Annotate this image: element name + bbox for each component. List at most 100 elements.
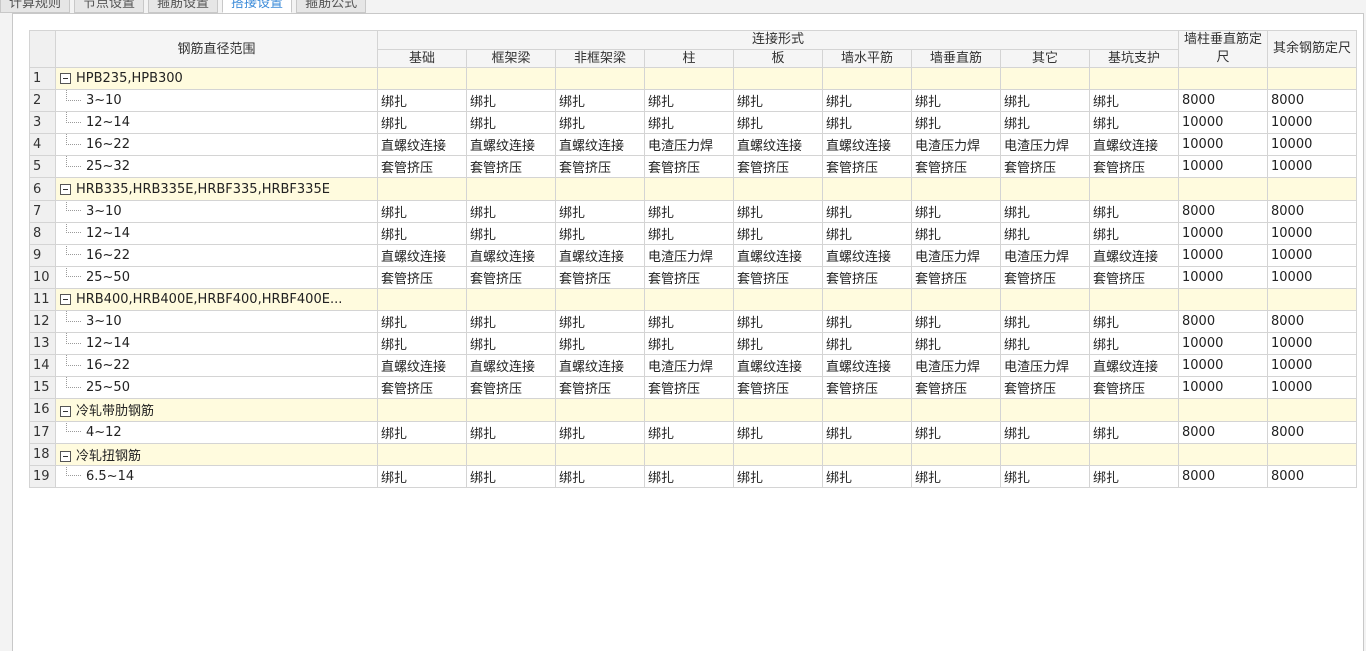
conn-cell-基坑支护[interactable]: 绑扎 bbox=[1089, 310, 1179, 334]
range-cell[interactable]: 3~10 bbox=[55, 310, 378, 334]
conn-cell-柱[interactable]: 绑扎 bbox=[644, 111, 734, 135]
conn-cell-板[interactable]: 套管挤压 bbox=[733, 265, 823, 289]
conn-cell-基础[interactable]: 绑扎 bbox=[377, 89, 467, 113]
conn-cell-柱[interactable]: 绑扎 bbox=[644, 89, 734, 113]
conn-cell-基础[interactable]: 绑扎 bbox=[377, 420, 467, 444]
conn-cell-基坑支护[interactable]: 直螺纹连接 bbox=[1089, 354, 1179, 378]
range-cell[interactable]: 12~14 bbox=[55, 221, 378, 245]
conn-cell-其它[interactable]: 绑扎 bbox=[1000, 199, 1090, 223]
conn-cell-墙水平筋[interactable]: 绑扎 bbox=[822, 310, 912, 334]
conn-cell-基础[interactable]: 直螺纹连接 bbox=[377, 133, 467, 157]
wall-length-cell[interactable]: 10000 bbox=[1178, 133, 1268, 157]
conn-cell-其它[interactable]: 绑扎 bbox=[1000, 420, 1090, 444]
table-row[interactable]: 2 3~10 绑扎 绑扎 绑扎 绑扎 绑扎 绑扎 绑扎 绑扎 绑扎 8000 8000 bbox=[29, 89, 1357, 113]
conn-cell-柱[interactable]: 电渣压力焊 bbox=[644, 133, 734, 157]
conn-cell-墙水平筋[interactable]: 套管挤压 bbox=[822, 376, 912, 400]
conn-cell-其它[interactable]: 电渣压力焊 bbox=[1000, 133, 1090, 157]
conn-cell-板[interactable]: 直螺纹连接 bbox=[733, 354, 823, 378]
conn-cell-非框架梁[interactable]: 套管挤压 bbox=[555, 265, 645, 289]
collapse-minus-icon[interactable] bbox=[60, 293, 71, 305]
conn-cell-框架梁[interactable]: 套管挤压 bbox=[466, 376, 556, 400]
other-length-cell[interactable]: 8000 bbox=[1267, 199, 1357, 223]
conn-cell-基础[interactable]: 直螺纹连接 bbox=[377, 243, 467, 267]
conn-cell-基坑支护[interactable]: 绑扎 bbox=[1089, 199, 1179, 223]
group-name-cell[interactable]: 冷轧扭钢筋 bbox=[55, 442, 378, 466]
conn-cell-墙垂直筋[interactable]: 电渣压力焊 bbox=[911, 243, 1001, 267]
range-cell[interactable]: 4~12 bbox=[55, 420, 378, 444]
conn-cell-基础[interactable]: 套管挤压 bbox=[377, 155, 467, 179]
conn-cell-框架梁[interactable]: 直螺纹连接 bbox=[466, 354, 556, 378]
conn-cell-基础[interactable]: 绑扎 bbox=[377, 199, 467, 223]
conn-cell-墙水平筋[interactable]: 绑扎 bbox=[822, 89, 912, 113]
conn-cell-墙垂直筋[interactable]: 绑扎 bbox=[911, 310, 1001, 334]
wall-length-cell[interactable]: 10000 bbox=[1178, 265, 1268, 289]
conn-cell-框架梁[interactable]: 绑扎 bbox=[466, 89, 556, 113]
conn-cell-墙垂直筋[interactable]: 电渣压力焊 bbox=[911, 354, 1001, 378]
tab-3[interactable]: 搭接设置 bbox=[222, 0, 293, 13]
conn-cell-板[interactable]: 直螺纹连接 bbox=[733, 133, 823, 157]
conn-cell-基础[interactable]: 套管挤压 bbox=[377, 265, 467, 289]
conn-cell-墙垂直筋[interactable]: 绑扎 bbox=[911, 221, 1001, 245]
conn-cell-墙垂直筋[interactable]: 套管挤压 bbox=[911, 265, 1001, 289]
conn-cell-墙水平筋[interactable]: 绑扎 bbox=[822, 221, 912, 245]
conn-cell-非框架梁[interactable]: 直螺纹连接 bbox=[555, 354, 645, 378]
conn-cell-基坑支护[interactable]: 直螺纹连接 bbox=[1089, 243, 1179, 267]
conn-cell-非框架梁[interactable]: 直螺纹连接 bbox=[555, 243, 645, 267]
conn-cell-非框架梁[interactable]: 绑扎 bbox=[555, 89, 645, 113]
wall-length-cell[interactable]: 10000 bbox=[1178, 155, 1268, 179]
wall-length-cell[interactable]: 10000 bbox=[1178, 376, 1268, 400]
conn-cell-基础[interactable]: 套管挤压 bbox=[377, 376, 467, 400]
conn-cell-柱[interactable]: 套管挤压 bbox=[644, 265, 734, 289]
table-row[interactable]: 13 12~14 绑扎 绑扎 绑扎 绑扎 绑扎 绑扎 绑扎 绑扎 绑扎 10000 10000 bbox=[29, 332, 1357, 356]
conn-cell-其它[interactable]: 绑扎 bbox=[1000, 89, 1090, 113]
conn-cell-墙垂直筋[interactable]: 电渣压力焊 bbox=[911, 133, 1001, 157]
conn-cell-板[interactable]: 绑扎 bbox=[733, 310, 823, 334]
conn-cell-其它[interactable]: 绑扎 bbox=[1000, 332, 1090, 356]
conn-cell-板[interactable]: 绑扎 bbox=[733, 199, 823, 223]
tab-0[interactable]: 计算规则 bbox=[0, 0, 71, 13]
conn-cell-板[interactable]: 绑扎 bbox=[733, 464, 823, 488]
range-cell[interactable]: 12~14 bbox=[55, 111, 378, 135]
conn-cell-非框架梁[interactable]: 套管挤压 bbox=[555, 376, 645, 400]
other-length-cell[interactable]: 10000 bbox=[1267, 243, 1357, 267]
conn-cell-框架梁[interactable]: 绑扎 bbox=[466, 221, 556, 245]
conn-cell-基坑支护[interactable]: 绑扎 bbox=[1089, 89, 1179, 113]
group-row[interactable]: 11 HRB400,HRB400E,HRBF400,HRBF400E... bbox=[29, 287, 1357, 312]
range-cell[interactable]: 16~22 bbox=[55, 354, 378, 378]
conn-cell-其它[interactable]: 绑扎 bbox=[1000, 221, 1090, 245]
other-length-cell[interactable]: 10000 bbox=[1267, 111, 1357, 135]
conn-cell-基坑支护[interactable]: 绑扎 bbox=[1089, 332, 1179, 356]
tab-4[interactable]: 箍筋公式 bbox=[296, 0, 367, 13]
tab-1[interactable]: 节点设置 bbox=[74, 0, 145, 13]
conn-cell-板[interactable]: 绑扎 bbox=[733, 420, 823, 444]
conn-cell-基础[interactable]: 绑扎 bbox=[377, 221, 467, 245]
range-cell[interactable]: 3~10 bbox=[55, 89, 378, 113]
conn-cell-柱[interactable]: 绑扎 bbox=[644, 332, 734, 356]
conn-cell-墙垂直筋[interactable]: 套管挤压 bbox=[911, 376, 1001, 400]
range-cell[interactable]: 6.5~14 bbox=[55, 464, 378, 488]
conn-cell-非框架梁[interactable]: 绑扎 bbox=[555, 310, 645, 334]
wall-length-cell[interactable]: 10000 bbox=[1178, 221, 1268, 245]
group-name-cell[interactable]: HPB235,HPB300 bbox=[55, 66, 378, 91]
conn-cell-框架梁[interactable]: 直螺纹连接 bbox=[466, 133, 556, 157]
conn-cell-板[interactable]: 绑扎 bbox=[733, 111, 823, 135]
conn-cell-非框架梁[interactable]: 套管挤压 bbox=[555, 155, 645, 179]
conn-cell-柱[interactable]: 电渣压力焊 bbox=[644, 354, 734, 378]
wall-length-cell[interactable]: 10000 bbox=[1178, 111, 1268, 135]
conn-cell-非框架梁[interactable]: 绑扎 bbox=[555, 464, 645, 488]
conn-cell-基坑支护[interactable]: 绑扎 bbox=[1089, 464, 1179, 488]
table-row[interactable]: 5 25~32 套管挤压 套管挤压 套管挤压 套管挤压 套管挤压 套管挤压 套管挤压 套管挤压 套管… bbox=[29, 155, 1357, 179]
conn-cell-板[interactable]: 绑扎 bbox=[733, 221, 823, 245]
collapse-minus-icon[interactable] bbox=[60, 73, 71, 85]
conn-cell-非框架梁[interactable]: 绑扎 bbox=[555, 199, 645, 223]
conn-cell-框架梁[interactable]: 绑扎 bbox=[466, 420, 556, 444]
conn-cell-框架梁[interactable]: 绑扎 bbox=[466, 199, 556, 223]
conn-cell-基础[interactable]: 直螺纹连接 bbox=[377, 354, 467, 378]
conn-cell-非框架梁[interactable]: 绑扎 bbox=[555, 221, 645, 245]
collapse-minus-icon[interactable] bbox=[60, 183, 71, 195]
conn-cell-框架梁[interactable]: 直螺纹连接 bbox=[466, 243, 556, 267]
table-row[interactable]: 17 4~12 绑扎 绑扎 绑扎 绑扎 绑扎 绑扎 绑扎 绑扎 绑扎 8000 8000 bbox=[29, 420, 1357, 444]
group-row[interactable]: 1 HPB235,HPB300 bbox=[29, 66, 1357, 91]
conn-cell-其它[interactable]: 绑扎 bbox=[1000, 111, 1090, 135]
other-length-cell[interactable]: 8000 bbox=[1267, 420, 1357, 444]
